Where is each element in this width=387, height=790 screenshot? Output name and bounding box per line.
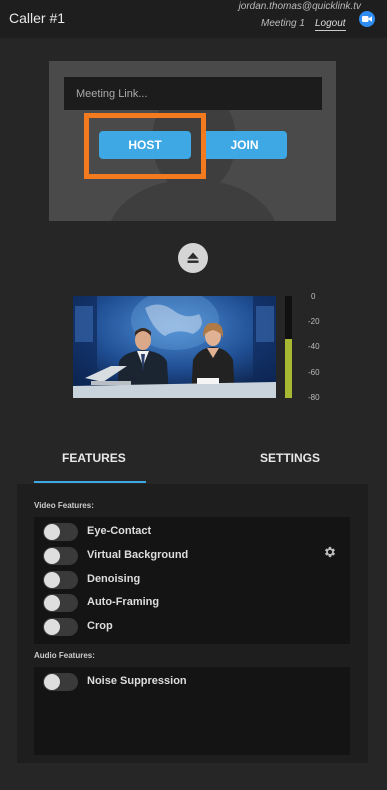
- user-email: jordan.thomas@quicklink.tv: [238, 1, 361, 12]
- denoising-toggle[interactable]: [43, 571, 78, 589]
- meeting-name: Meeting 1: [261, 18, 305, 29]
- gear-icon[interactable]: [323, 545, 337, 559]
- auto-framing-toggle[interactable]: [43, 594, 78, 612]
- feature-label: Noise Suppression: [87, 675, 187, 687]
- eye-contact-toggle[interactable]: [43, 523, 78, 541]
- feature-label: Eye-Contact: [87, 525, 152, 537]
- features-panel: FEATURES SETTINGS Video Features: Eye-Co…: [17, 435, 368, 763]
- join-button[interactable]: JOIN: [202, 131, 287, 159]
- feature-label: Crop: [87, 620, 113, 632]
- toggle-knob: [44, 595, 60, 611]
- audio-features-title: Audio Features:: [34, 651, 95, 660]
- video-camera-icon[interactable]: [359, 11, 375, 27]
- audio-level-meter: [285, 296, 292, 398]
- host-button[interactable]: HOST: [99, 131, 191, 159]
- meter-scale-label: 0: [311, 292, 316, 301]
- video-features-title: Video Features:: [34, 501, 94, 510]
- toggle-knob: [44, 674, 60, 690]
- self-preview: HOST JOIN: [49, 61, 336, 221]
- crop-toggle[interactable]: [43, 618, 78, 636]
- meter-scale-label: -20: [308, 317, 320, 326]
- meter-scale-label: -40: [308, 342, 320, 351]
- toggle-knob: [44, 548, 60, 564]
- noise-suppression-toggle[interactable]: [43, 673, 78, 691]
- toggle-knob: [44, 572, 60, 588]
- tab-bar: FEATURES SETTINGS: [17, 435, 368, 484]
- app-title: Caller #1: [9, 10, 66, 26]
- video-feed: [73, 296, 276, 398]
- feature-label: Denoising: [87, 573, 141, 585]
- feature-label: Auto-Framing: [87, 596, 160, 608]
- active-tab-indicator: [34, 481, 146, 483]
- meter-scale-label: -80: [308, 393, 320, 402]
- toggle-knob: [44, 524, 60, 540]
- avatar-placeholder-body: [107, 179, 279, 221]
- tab-settings[interactable]: SETTINGS: [260, 451, 320, 465]
- toggle-knob: [44, 619, 60, 635]
- virtual-background-toggle[interactable]: [43, 547, 78, 565]
- audio-level-fill: [285, 338, 292, 398]
- eject-icon: [187, 252, 199, 263]
- tab-features[interactable]: FEATURES: [62, 451, 126, 465]
- top-bar: Caller #1 jordan.thomas@quicklink.tv Mee…: [0, 0, 387, 38]
- feature-label: Virtual Background: [87, 549, 189, 561]
- meeting-link-input[interactable]: [64, 77, 322, 110]
- logout-link[interactable]: Logout: [315, 18, 346, 31]
- video-features-list: Eye-Contact Virtual Background Denoising…: [34, 517, 350, 644]
- meter-scale-label: -60: [308, 368, 320, 377]
- audio-features-list: Noise Suppression: [34, 667, 350, 755]
- eject-button[interactable]: [178, 243, 208, 273]
